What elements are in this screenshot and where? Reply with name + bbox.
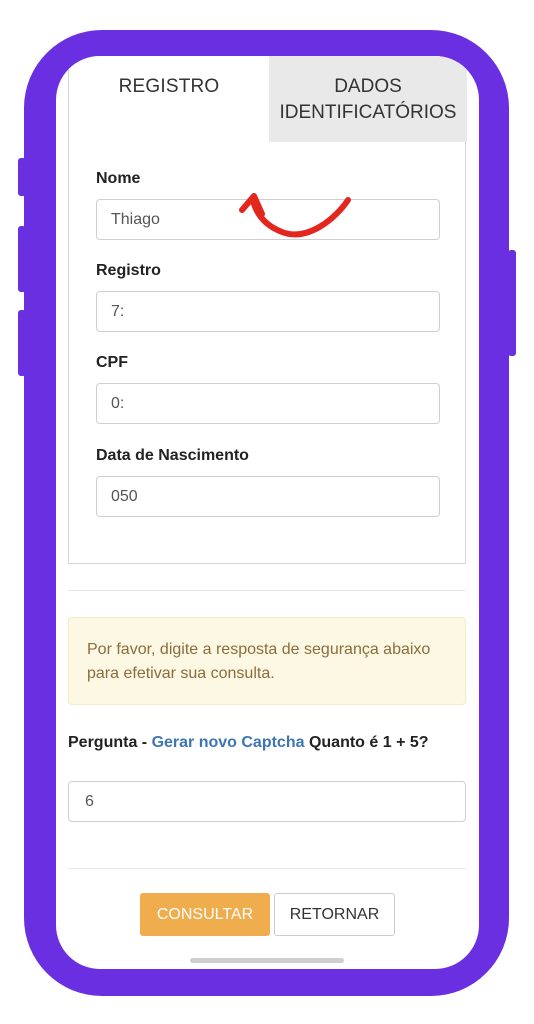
captcha-question-text: Quanto é 1 + 5? [304, 734, 429, 751]
annotation-arrow-icon [239, 193, 351, 238]
registro-input[interactable]: 7: [96, 291, 440, 332]
cpf-value: 0: [111, 394, 125, 412]
phone-volume-down [18, 310, 26, 376]
home-indicator[interactable] [190, 958, 344, 963]
nascimento-label: Data de Nascimento [96, 447, 249, 464]
phone-volume-up [18, 226, 26, 292]
cpf-label: CPF [96, 354, 128, 371]
security-alert: Por favor, digite a resposta de seguranç… [68, 617, 466, 705]
bottom-divider [68, 868, 466, 869]
captcha-answer-value: 6 [85, 792, 94, 810]
section-divider [68, 590, 466, 591]
registro-label: Registro [96, 262, 161, 279]
captcha-question: Pergunta - Gerar novo Captcha Quanto é 1… [68, 734, 429, 752]
tab-registro-label: REGISTRO [118, 76, 220, 97]
retornar-button[interactable]: RETORNAR [274, 893, 395, 936]
tab-dados-label: DADOS IDENTIFICATÓRIOS [279, 76, 457, 123]
nome-value: Thiago [111, 210, 160, 228]
security-alert-text: Por favor, digite a resposta de seguranç… [87, 641, 431, 682]
registro-value: 7: [111, 302, 125, 320]
registration-card: REGISTRO DADOS IDENTIFICATÓRIOS Nome Thia… [68, 56, 467, 564]
phone-side-button [18, 158, 26, 196]
phone-power-button [508, 250, 516, 356]
cpf-input[interactable]: 0: [96, 383, 440, 424]
nascimento-input[interactable]: 050 [96, 476, 440, 517]
captcha-prefix: Pergunta - [68, 734, 152, 751]
phone-screen: REGISTRO DADOS IDENTIFICATÓRIOS Nome Thia… [56, 56, 479, 969]
new-captcha-link[interactable]: Gerar novo Captcha [152, 734, 305, 751]
tab-registro[interactable]: REGISTRO [69, 56, 269, 142]
consultar-button[interactable]: CONSULTAR [140, 893, 270, 936]
nascimento-value: 050 [111, 487, 138, 505]
nome-label: Nome [96, 170, 141, 187]
captcha-answer-input[interactable]: 6 [68, 781, 466, 822]
tab-dados-identificatorios[interactable]: DADOS IDENTIFICATÓRIOS [269, 56, 467, 142]
